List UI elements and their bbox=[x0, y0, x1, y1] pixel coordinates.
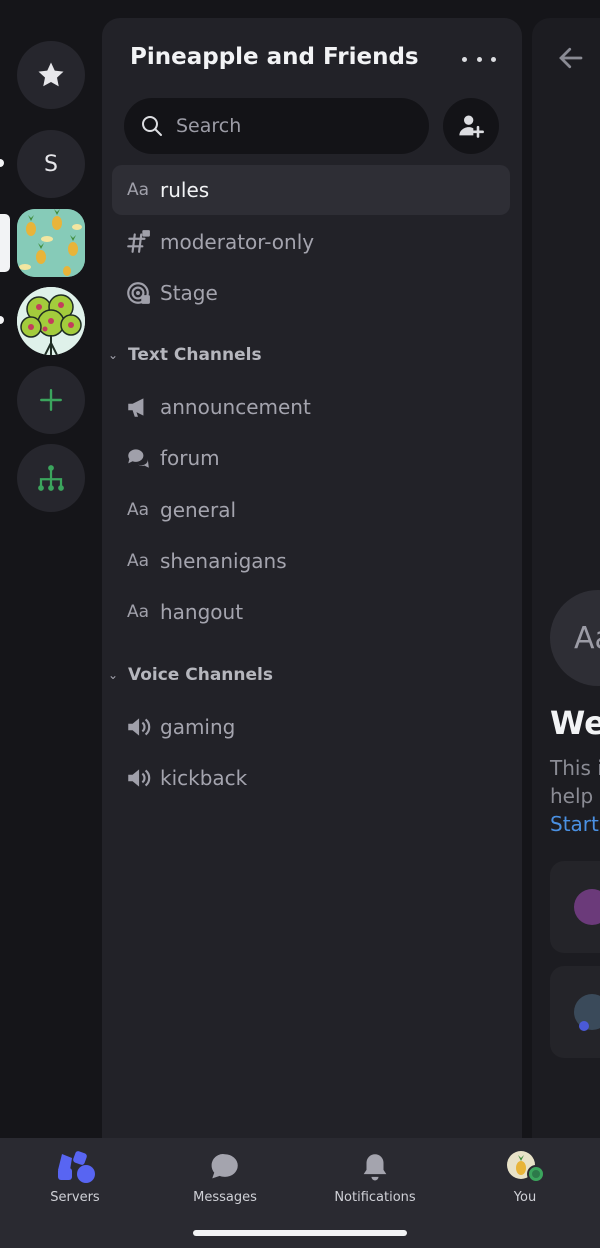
dot bbox=[491, 56, 496, 62]
voice-icon bbox=[124, 714, 152, 740]
channel-label: announcement bbox=[160, 395, 311, 419]
channel-kickback[interactable]: kickback bbox=[112, 753, 510, 803]
channel-moderator-only[interactable]: moderator-only bbox=[112, 217, 510, 267]
channel-label: general bbox=[160, 498, 237, 522]
server-s-button[interactable]: S bbox=[17, 130, 85, 198]
add-person-icon bbox=[459, 115, 484, 138]
dot bbox=[462, 56, 467, 62]
channel-label: shenanigans bbox=[160, 549, 287, 573]
tab-label: Notifications bbox=[334, 1190, 416, 1205]
server-pineapple-button[interactable] bbox=[17, 209, 85, 277]
welcome-text: This i bbox=[550, 756, 600, 780]
action-card[interactable] bbox=[550, 861, 600, 953]
back-button[interactable] bbox=[556, 43, 586, 77]
channel-avatar: Aa bbox=[550, 590, 600, 686]
customize-icon bbox=[574, 994, 600, 1031]
explore-servers-button[interactable] bbox=[17, 444, 85, 512]
channel-gaming[interactable]: gaming bbox=[112, 702, 510, 752]
channel-general[interactable]: Aa general bbox=[112, 485, 510, 535]
category-text-channels[interactable]: ⌄ Text Channels bbox=[108, 345, 262, 365]
rules-icon: Aa bbox=[126, 500, 150, 520]
star-icon bbox=[38, 62, 64, 87]
tab-servers[interactable]: Servers bbox=[15, 1150, 135, 1205]
invite-member-button[interactable] bbox=[443, 98, 499, 154]
tree-icon bbox=[17, 287, 85, 355]
tab-you[interactable]: You bbox=[465, 1150, 585, 1205]
channel-label: gaming bbox=[160, 715, 236, 739]
welcome-title: We bbox=[550, 704, 600, 742]
category-voice-channels[interactable]: ⌄ Voice Channels bbox=[108, 665, 273, 685]
tab-label: You bbox=[513, 1190, 537, 1205]
dot bbox=[476, 56, 482, 62]
channel-panel: Pineapple and Friends Search Aa rules mo… bbox=[102, 18, 522, 1138]
channel-forum[interactable]: forum bbox=[112, 433, 510, 483]
start-link[interactable]: Start bbox=[550, 812, 599, 836]
forum-icon bbox=[124, 445, 152, 471]
channel-label: hangout bbox=[160, 600, 244, 624]
unread-indicator bbox=[0, 316, 4, 324]
locked-hash-icon bbox=[124, 229, 152, 255]
chat-panel-peek: Aa We This i help y Start bbox=[532, 18, 600, 1138]
bell-icon bbox=[363, 1154, 387, 1181]
channel-label: Stage bbox=[160, 281, 218, 305]
tab-label: Messages bbox=[193, 1190, 257, 1205]
avatar-icon bbox=[507, 1151, 545, 1183]
channel-label: rules bbox=[160, 178, 210, 202]
server-rail: S bbox=[0, 0, 102, 1138]
search-icon bbox=[142, 116, 162, 136]
server-title[interactable]: Pineapple and Friends bbox=[130, 44, 419, 70]
server-initial: S bbox=[44, 151, 58, 177]
tab-messages[interactable]: Messages bbox=[165, 1150, 285, 1205]
rules-icon: Aa bbox=[126, 180, 150, 200]
selected-indicator bbox=[0, 214, 10, 272]
search-input[interactable]: Search bbox=[124, 98, 429, 154]
channel-rules[interactable]: Aa rules bbox=[112, 165, 510, 215]
chevron-down-icon: ⌄ bbox=[108, 668, 119, 682]
tab-notifications[interactable]: Notifications bbox=[315, 1150, 435, 1205]
plus-icon bbox=[40, 389, 62, 411]
voice-icon bbox=[124, 765, 152, 791]
channel-announcement[interactable]: announcement bbox=[112, 382, 510, 432]
invite-icon bbox=[574, 889, 600, 925]
channel-label: kickback bbox=[160, 766, 248, 790]
more-options-button[interactable] bbox=[462, 46, 496, 72]
search-placeholder: Search bbox=[176, 115, 242, 137]
arrow-left-icon bbox=[559, 47, 583, 69]
add-server-button[interactable] bbox=[17, 366, 85, 434]
channel-stage[interactable]: Stage bbox=[112, 268, 510, 318]
rules-icon: Aa bbox=[126, 602, 150, 622]
stage-icon bbox=[124, 280, 152, 306]
category-label: Voice Channels bbox=[128, 665, 273, 685]
pineapple-pattern-icon bbox=[17, 209, 85, 277]
tab-label: Servers bbox=[50, 1190, 100, 1205]
channel-label: forum bbox=[160, 446, 220, 470]
rules-icon: Aa bbox=[126, 551, 150, 571]
chevron-down-icon: ⌄ bbox=[108, 348, 119, 362]
chat-bubble-icon bbox=[211, 1154, 238, 1179]
category-label: Text Channels bbox=[128, 345, 262, 365]
server-tree-button[interactable] bbox=[17, 287, 85, 355]
servers-icon bbox=[58, 1151, 95, 1183]
channel-hangout[interactable]: Aa hangout bbox=[112, 587, 510, 637]
unread-indicator bbox=[0, 159, 4, 167]
megaphone-icon bbox=[124, 394, 152, 420]
action-card[interactable] bbox=[550, 966, 600, 1058]
home-indicator bbox=[193, 1230, 407, 1236]
hub-icon bbox=[38, 465, 64, 491]
favorites-star-button[interactable] bbox=[17, 41, 85, 109]
welcome-text: help y bbox=[550, 784, 600, 808]
channel-shenanigans[interactable]: Aa shenanigans bbox=[112, 536, 510, 586]
channel-label: moderator-only bbox=[160, 230, 315, 254]
